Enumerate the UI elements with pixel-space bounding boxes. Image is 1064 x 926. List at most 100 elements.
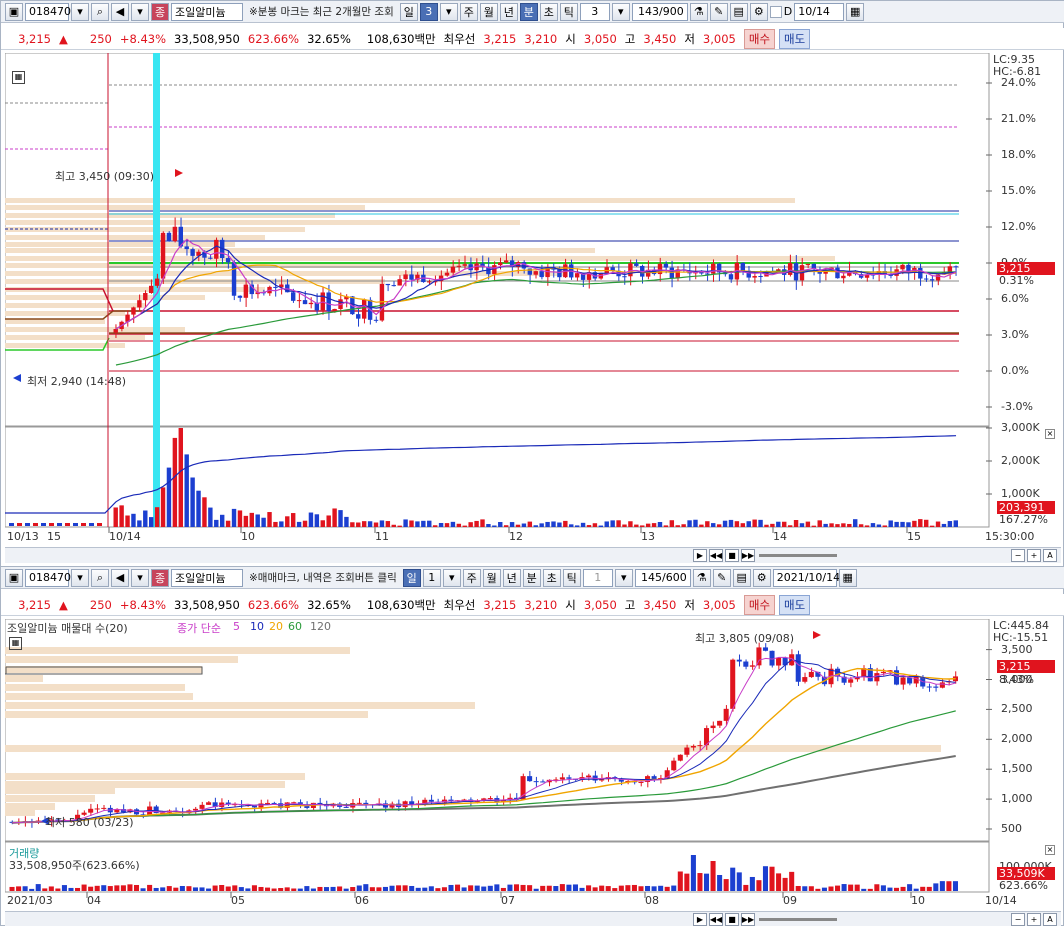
speaker-dropdown-button[interactable]: ▾ [131, 568, 149, 587]
candle-body [697, 745, 703, 747]
interval-input[interactable]: 3 [579, 2, 610, 21]
scroll-track[interactable] [759, 918, 837, 921]
zoom-out-icon[interactable]: − [1011, 549, 1025, 562]
period-year-button[interactable]: 년 [502, 568, 521, 587]
period-minute-button[interactable]: 분 [519, 2, 538, 21]
zoom-in-icon[interactable]: + [1027, 549, 1041, 562]
low-arrow-icon [13, 374, 21, 382]
candle-body [566, 777, 572, 779]
bottom-scroll-bar[interactable]: ▶ ◀◀ ■ ▶▶ − + A [5, 911, 1061, 926]
speaker-icon[interactable]: ◀ [111, 568, 129, 587]
period-dropdown-button[interactable]: ▾ [439, 2, 458, 21]
count-input[interactable]: 145/600 [634, 568, 691, 587]
top-scroll-bar[interactable]: ▶ ◀◀ ■ ▶▶ − + A [5, 547, 1061, 563]
layout-icon[interactable]: ▦ [9, 637, 22, 650]
volume-bar [160, 887, 166, 891]
period-dropdown-button[interactable]: ▾ [442, 568, 461, 587]
settings-gear-icon[interactable]: ⚙ [749, 2, 768, 21]
volume-bar [782, 521, 787, 527]
candle-body [634, 263, 639, 266]
font-size-icon[interactable]: A [1043, 549, 1057, 562]
buy-button[interactable]: 매수 [743, 594, 776, 615]
period-tick-button[interactable]: 틱 [559, 2, 578, 21]
font-size-icon[interactable]: A [1043, 913, 1057, 926]
open-price: 3,050 [583, 597, 617, 612]
drawing-icon[interactable]: ✎ [712, 568, 731, 587]
stop-button[interactable]: ■ [725, 549, 739, 562]
period-month-button[interactable]: 월 [479, 2, 498, 21]
period-num-select[interactable]: 1 [422, 568, 441, 587]
scroll-first-button[interactable]: ◀◀ [709, 913, 723, 926]
interval-dropdown-button[interactable]: ▾ [611, 2, 630, 21]
code-dropdown-button[interactable]: ▾ [71, 568, 89, 587]
layout-icon[interactable]: ▦ [12, 71, 25, 84]
period-num-select[interactable]: 3 [419, 2, 438, 21]
zoom-in-icon[interactable]: + [1027, 913, 1041, 926]
drawing-icon[interactable]: ✎ [709, 2, 728, 21]
search-icon[interactable]: ⌕ [91, 568, 109, 587]
count-input[interactable]: 143/900 [631, 2, 688, 21]
indicator-icon[interactable]: ⚗ [689, 2, 708, 21]
daily-chart-svg[interactable] [5, 619, 1061, 911]
window-icon[interactable]: ▣ [5, 2, 23, 21]
volume-close-icon[interactable]: × [1045, 429, 1055, 439]
save-icon[interactable]: ▤ [729, 2, 748, 21]
speaker-dropdown-button[interactable]: ▾ [131, 2, 149, 21]
volume-close-icon[interactable]: × [1045, 845, 1055, 855]
low-price: 3,005 [702, 31, 736, 46]
sell-button[interactable]: 매도 [779, 594, 811, 615]
settings-gear-icon[interactable]: ⚙ [752, 568, 771, 587]
volume-bar [461, 887, 467, 891]
buy-button[interactable]: 매수 [743, 28, 776, 49]
volume: 33,508,950 [174, 31, 240, 46]
scroll-track[interactable] [759, 554, 837, 557]
period-tick-button[interactable]: 틱 [562, 568, 581, 587]
period-year-button[interactable]: 년 [499, 2, 518, 21]
date-checkbox[interactable] [769, 5, 782, 18]
period-second-button[interactable]: 초 [539, 2, 558, 21]
volume-bar [107, 886, 113, 891]
scroll-right-button[interactable]: ▶ [693, 549, 707, 562]
high-price: 3,450 [643, 597, 677, 612]
save-icon[interactable]: ▤ [732, 568, 751, 587]
scroll-last-button[interactable]: ▶▶ [741, 549, 755, 562]
window-icon[interactable]: ▣ [5, 568, 23, 587]
stop-button[interactable]: ■ [725, 913, 739, 926]
interval-dropdown-button[interactable]: ▾ [614, 568, 633, 587]
zoom-out-icon[interactable]: − [1011, 913, 1025, 926]
period-week-button[interactable]: 주 [459, 2, 478, 21]
period-week-button[interactable]: 주 [462, 568, 481, 587]
daily-chart-area[interactable]: 조일알미늄 매물대 수(20) 종가 단순 5 10 20 60 120 ▦ L… [5, 619, 1061, 911]
interval-input[interactable]: 1 [582, 568, 613, 587]
volume-bar [278, 888, 284, 891]
candle-body [638, 781, 644, 783]
date-input[interactable]: 10/14 [794, 2, 845, 21]
volume-bar [503, 525, 509, 527]
scroll-last-button[interactable]: ▶▶ [741, 913, 755, 926]
calendar-icon[interactable]: ▦ [838, 568, 857, 587]
candle-body [574, 273, 580, 278]
intraday-chart-svg[interactable] [5, 53, 1061, 547]
calendar-icon[interactable]: ▦ [846, 2, 865, 21]
stock-code-input[interactable]: 018470 [25, 2, 71, 21]
scroll-right-button[interactable]: ▶ [693, 913, 707, 926]
period-month-button[interactable]: 월 [482, 568, 501, 587]
stock-code-input[interactable]: 018470 [25, 568, 71, 587]
volume-bar [285, 516, 290, 527]
speaker-icon[interactable]: ◀ [111, 2, 129, 21]
intraday-chart-area[interactable]: ▦ LC:9.35 HC:-6.81 24.0% 21.0% 18.0% 15.0% 1… [5, 53, 1061, 547]
scroll-first-button[interactable]: ◀◀ [709, 549, 723, 562]
search-icon[interactable]: ⌕ [91, 2, 109, 21]
sell-button[interactable]: 매도 [779, 28, 811, 49]
period-minute-button[interactable]: 분 [522, 568, 541, 587]
code-dropdown-button[interactable]: ▾ [71, 2, 89, 21]
period-day-button[interactable]: 일 [402, 568, 421, 587]
candle-body [848, 679, 854, 683]
indicator-icon[interactable]: ⚗ [692, 568, 711, 587]
date-input[interactable]: 2021/10/14 [772, 568, 840, 587]
volume-profile-bar [5, 781, 285, 788]
volume-bar [693, 519, 698, 527]
period-day-button[interactable]: 일 [399, 2, 418, 21]
period-second-button[interactable]: 초 [542, 568, 561, 587]
volume-bar [829, 523, 834, 527]
